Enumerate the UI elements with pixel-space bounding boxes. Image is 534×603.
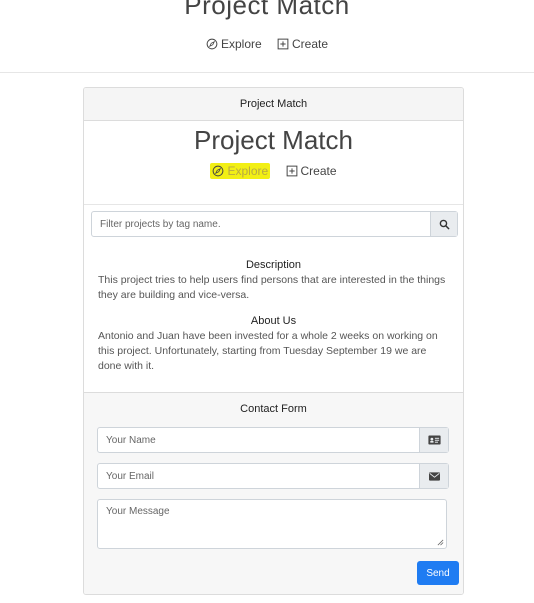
card-create-label: Create bbox=[300, 164, 337, 178]
project-card: Project Match Project Match Explore Crea… bbox=[83, 87, 464, 595]
nav-create-link[interactable]: Create bbox=[277, 37, 328, 51]
contact-heading: Contact Form bbox=[240, 403, 307, 415]
id-card-icon bbox=[427, 435, 441, 445]
name-field-group bbox=[97, 427, 449, 453]
search-icon bbox=[439, 219, 449, 229]
card-create-link[interactable]: Create bbox=[286, 164, 337, 178]
compass-icon bbox=[213, 165, 224, 177]
search-button[interactable] bbox=[430, 212, 457, 236]
nav-explore-link[interactable]: Explore bbox=[206, 37, 262, 51]
send-button[interactable]: Send bbox=[417, 561, 459, 585]
message-field-group bbox=[97, 499, 447, 549]
email-field[interactable] bbox=[98, 464, 419, 488]
compass-icon bbox=[206, 38, 218, 50]
envelope-icon bbox=[428, 471, 440, 481]
card-nav: Explore Create bbox=[84, 163, 463, 180]
site-title: Project Match bbox=[184, 0, 350, 20]
plus-square-icon bbox=[286, 165, 297, 177]
about-text: Antonio and Juan have been invested for … bbox=[98, 330, 438, 372]
name-field[interactable] bbox=[98, 428, 419, 452]
search-input[interactable] bbox=[92, 212, 430, 236]
about-heading: About Us bbox=[250, 315, 297, 327]
site-header: Project Match Explore Create bbox=[0, 0, 534, 73]
search-group bbox=[91, 211, 458, 237]
email-field-group bbox=[97, 463, 449, 489]
nav-create-label: Create bbox=[292, 37, 329, 51]
nav-explore-label: Explore bbox=[220, 37, 262, 51]
card-title: Project Match bbox=[194, 125, 353, 155]
description-text: This project tries to help users find pe… bbox=[98, 274, 446, 301]
name-addon bbox=[419, 428, 448, 452]
site-nav: Explore Create bbox=[0, 37, 534, 53]
description-heading: Description bbox=[245, 259, 302, 271]
card-explore-label: Explore bbox=[227, 164, 269, 178]
card-header: Project Match bbox=[84, 88, 463, 121]
card-explore-link[interactable]: Explore bbox=[210, 163, 271, 179]
divider bbox=[84, 204, 463, 205]
message-field[interactable] bbox=[98, 500, 446, 548]
email-addon bbox=[419, 464, 448, 488]
resize-grip-icon[interactable] bbox=[437, 539, 444, 546]
contact-form: Contact Form Your Name Your Email Your M… bbox=[84, 392, 463, 594]
plus-square-icon bbox=[277, 38, 289, 50]
